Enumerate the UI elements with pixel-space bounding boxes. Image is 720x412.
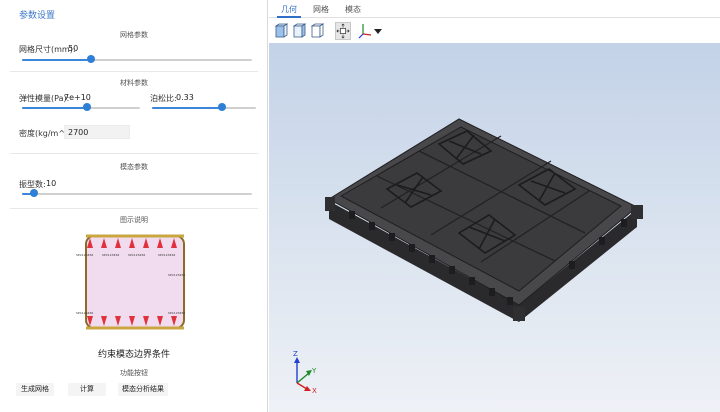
divider bbox=[10, 153, 258, 154]
illustration-caption: 约束模态边界条件 bbox=[97, 350, 170, 360]
boundary-condition-diagram: SPC123456 SPC123456 SPC123456 SPC123456 … bbox=[76, 234, 185, 330]
divider bbox=[10, 71, 258, 72]
modes-value: 10 bbox=[46, 179, 57, 188]
svg-text:SPC123456: SPC123456 bbox=[128, 253, 145, 257]
mesh-size-slider-knob[interactable] bbox=[87, 55, 95, 63]
view-panel: 几何 网格 模态 Z Y X bbox=[269, 0, 720, 412]
illustration-title: 图示说明 bbox=[120, 216, 148, 224]
generate-mesh-button[interactable]: 生成网格 bbox=[16, 383, 54, 396]
cube-wire-icon[interactable] bbox=[309, 22, 325, 40]
modes-slider-knob[interactable] bbox=[29, 189, 38, 197]
mesh-size-slider[interactable] bbox=[22, 55, 252, 65]
svg-text:SPC123456: SPC123456 bbox=[168, 273, 185, 277]
tab-modal[interactable]: 模态 bbox=[345, 4, 361, 15]
divider bbox=[10, 208, 258, 209]
parameter-panel: 参数设置 网格参数 网格尺寸(mm): 50 材料参数 弹性模量(Pa): 7e… bbox=[0, 0, 268, 412]
modes-slider[interactable] bbox=[22, 189, 252, 199]
battery-tray-model[interactable] bbox=[269, 43, 720, 412]
tab-geometry[interactable]: 几何 bbox=[281, 4, 297, 15]
modulus-slider-knob[interactable] bbox=[82, 103, 91, 111]
modulus-value: 7e+10 bbox=[64, 93, 91, 102]
app-window: 参数设置 网格参数 网格尺寸(mm): 50 材料参数 弹性模量(Pa): 7e… bbox=[0, 0, 720, 412]
poisson-slider[interactable] bbox=[152, 103, 256, 113]
axes-icon[interactable] bbox=[357, 22, 373, 40]
cube-side-icon[interactable] bbox=[291, 22, 307, 40]
mesh-size-value: 50 bbox=[68, 44, 79, 53]
compute-button[interactable]: 计算 bbox=[68, 383, 106, 396]
modal-results-button[interactable]: 模态分析结果 bbox=[118, 383, 168, 396]
x-axis-label: X bbox=[312, 387, 317, 393]
cube-front-icon[interactable] bbox=[273, 22, 289, 40]
y-axis-line bbox=[296, 372, 310, 384]
svg-text:SPC123456: SPC123456 bbox=[158, 253, 175, 257]
view-toolbar bbox=[269, 19, 720, 43]
fit-view-icon[interactable] bbox=[335, 22, 351, 40]
panel-title: 参数设置 bbox=[19, 11, 56, 21]
active-tab-indicator bbox=[277, 16, 301, 18]
y-axis-label: Y bbox=[311, 367, 317, 375]
x-axis-line bbox=[296, 382, 308, 390]
svg-text:SPC123456: SPC123456 bbox=[102, 253, 119, 257]
mesh-section-title: 网格参数 bbox=[120, 31, 148, 39]
dropdown-arrow-icon[interactable] bbox=[373, 22, 383, 40]
z-axis-label: Z bbox=[293, 350, 298, 358]
svg-text:SPC123456: SPC123456 bbox=[76, 253, 93, 257]
3d-viewport[interactable]: Z Y X bbox=[269, 43, 720, 412]
functions-title: 功能按钮 bbox=[120, 369, 148, 377]
tab-mesh[interactable]: 网格 bbox=[313, 4, 329, 15]
view-tabs: 几何 网格 模态 bbox=[269, 0, 720, 18]
svg-text:SPC123456: SPC123456 bbox=[76, 311, 93, 315]
density-input[interactable]: 2700 bbox=[64, 125, 130, 139]
poisson-value: 0.33 bbox=[176, 93, 194, 102]
modulus-slider[interactable] bbox=[22, 103, 140, 113]
axis-triad: Z Y X bbox=[293, 350, 317, 393]
poisson-slider-knob[interactable] bbox=[217, 103, 226, 111]
svg-text:SPC123456: SPC123456 bbox=[168, 311, 185, 315]
material-section-title: 材料参数 bbox=[120, 79, 148, 87]
modal-section-title: 模态参数 bbox=[120, 163, 148, 171]
